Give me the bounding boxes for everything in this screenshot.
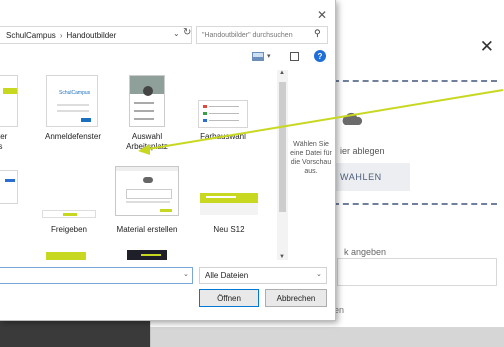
link-field-label: k angeben [344, 247, 387, 257]
refresh-icon[interactable]: ↻ [183, 27, 191, 38]
filename-input[interactable] [0, 267, 193, 284]
choose-file-button[interactable]: WAHLEN [334, 163, 410, 191]
file-thumbnail[interactable] [127, 250, 167, 260]
help-icon[interactable]: ? [314, 50, 326, 62]
file-thumbnail[interactable] [0, 75, 18, 127]
view-dropdown-icon[interactable]: ▾ [267, 52, 271, 60]
file-thumbnail[interactable] [46, 252, 86, 260]
dropzone-hint: ier ablegen [340, 146, 385, 156]
address-dropdown-icon[interactable]: ⌄ [173, 29, 180, 38]
preview-placeholder: Wählen Sie eine Datei für die Vorschau a… [290, 141, 332, 175]
search-icon[interactable]: ⚲ [314, 28, 321, 39]
file-thumbnail[interactable] [129, 75, 165, 127]
file-label[interactable]: Auswahl Arbeitsplatz [112, 132, 182, 152]
breadcrumb-item[interactable]: SchulCampus [6, 31, 56, 40]
breadcrumb-separator-icon: › [59, 30, 63, 40]
search-input[interactable]: "Handoutbilder" durchsuchen [196, 26, 328, 44]
modal-close-icon[interactable]: ✕ [480, 38, 494, 55]
preview-pane-icon[interactable] [290, 52, 299, 61]
file-thumbnail[interactable] [115, 166, 179, 216]
link-input[interactable] [337, 258, 497, 286]
file-label[interactable]: Material erstellen [110, 225, 184, 235]
filename-dropdown-icon[interactable]: ⌄ [183, 270, 189, 278]
file-label[interactable]: ster us [0, 132, 24, 152]
dialog-close-icon[interactable]: ✕ [317, 8, 327, 22]
file-label[interactable]: Farbauswahl [190, 132, 256, 142]
modal-overlay-strip [150, 327, 504, 347]
file-label[interactable]: Anmeldefenster [40, 132, 106, 142]
file-thumbnail[interactable] [198, 100, 248, 128]
file-type-dropdown-icon[interactable]: ⌄ [316, 270, 322, 278]
breadcrumb-item[interactable]: Handoutbilder [66, 31, 116, 40]
file-grid-scrollbar[interactable]: ▲ ▼ [277, 70, 288, 260]
scroll-down-icon[interactable]: ▼ [279, 254, 285, 260]
file-thumbnail[interactable] [42, 210, 96, 218]
file-thumbnail[interactable] [200, 193, 258, 215]
file-thumbnail[interactable] [0, 170, 18, 204]
open-button[interactable]: Öffnen [199, 289, 259, 307]
cloud-upload-icon [342, 112, 363, 125]
address-bar[interactable]: SchulCampus › Handoutbilder [0, 26, 192, 44]
scroll-up-icon[interactable]: ▲ [279, 70, 285, 76]
file-label[interactable]: Neu S12 [196, 225, 262, 235]
file-thumbnail[interactable]: SchulCampus [46, 75, 98, 127]
file-type-select[interactable]: Alle Dateien [199, 267, 327, 284]
cancel-button[interactable]: Abbrechen [265, 289, 327, 307]
scrollbar-thumb[interactable] [279, 82, 286, 212]
file-grid: ster us SchulCampus Anmeldefenster Auswa… [0, 70, 276, 260]
view-mode-icon[interactable] [252, 52, 264, 61]
file-label[interactable]: Freigeben [38, 225, 100, 235]
